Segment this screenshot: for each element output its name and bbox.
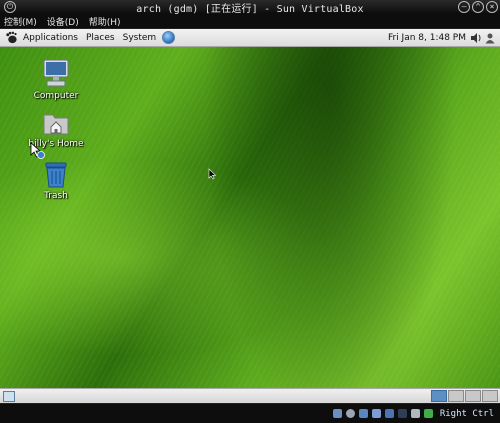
- vbox-status-bar: Right Ctrl: [0, 403, 500, 423]
- computer-icon: [43, 59, 69, 87]
- web-browser-launcher-icon[interactable]: [162, 31, 176, 44]
- workspace-1[interactable]: [431, 390, 447, 402]
- desktop-icon-trash[interactable]: Trash: [21, 161, 91, 201]
- hard-disk-icon[interactable]: [332, 409, 342, 418]
- host-key-icon: [423, 409, 433, 418]
- workspace-3[interactable]: [465, 390, 481, 402]
- user-switcher-icon[interactable]: [484, 32, 496, 44]
- gnome-top-panel: Applications Places System Fri Jan 8, 1:…: [0, 29, 500, 47]
- menu-devices[interactable]: 设备(D): [47, 15, 79, 28]
- desktop-background[interactable]: Computer billy's Home Trash: [0, 47, 500, 388]
- volume-icon[interactable]: [470, 32, 482, 44]
- maximize-icon[interactable]: ^: [472, 1, 484, 13]
- vbox-title-bar: ⏻ arch (gdm) [正在运行] - Sun VirtualBox – ^…: [0, 0, 500, 15]
- vbox-menu-bar: 控制(M) 设备(D) 帮助(H): [0, 14, 500, 29]
- window-menu-icon[interactable]: ⏻: [4, 1, 16, 13]
- show-desktop-icon[interactable]: [3, 391, 15, 402]
- usb-icon[interactable]: [371, 409, 381, 418]
- host-key-label: Right Ctrl: [439, 408, 494, 419]
- busy-cursor-icon: [30, 142, 45, 159]
- trash-icon: [45, 162, 67, 188]
- virtualization-icon: [397, 409, 407, 418]
- desktop-icon-label: Trash: [44, 191, 68, 201]
- gnome-bottom-panel: [0, 388, 500, 403]
- panel-clock[interactable]: Fri Jan 8, 1:48 PM: [388, 33, 466, 43]
- applications-menu[interactable]: Applications: [23, 33, 78, 43]
- optical-drive-icon[interactable]: [345, 409, 355, 418]
- shared-folders-icon[interactable]: [384, 409, 394, 418]
- close-icon[interactable]: ×: [486, 1, 498, 13]
- mouse-integration-icon[interactable]: [410, 409, 420, 418]
- gnome-foot-icon[interactable]: [5, 31, 18, 44]
- menu-help[interactable]: 帮助(H): [89, 15, 121, 28]
- desktop-icon-label: Computer: [33, 91, 79, 101]
- workspace-2[interactable]: [448, 390, 464, 402]
- workspace-switcher: [431, 390, 498, 402]
- desktop-icon-computer[interactable]: Computer: [21, 59, 91, 101]
- window-title: arch (gdm) [正在运行] - Sun VirtualBox: [136, 3, 364, 15]
- mouse-pointer-icon: [208, 168, 216, 180]
- workspace-4[interactable]: [482, 390, 498, 402]
- network-icon[interactable]: [358, 409, 368, 418]
- places-menu[interactable]: Places: [86, 33, 115, 43]
- menu-machine[interactable]: 控制(M): [4, 15, 37, 28]
- minimize-icon[interactable]: –: [458, 1, 470, 13]
- home-folder-icon: [43, 114, 69, 135]
- system-menu[interactable]: System: [123, 33, 157, 43]
